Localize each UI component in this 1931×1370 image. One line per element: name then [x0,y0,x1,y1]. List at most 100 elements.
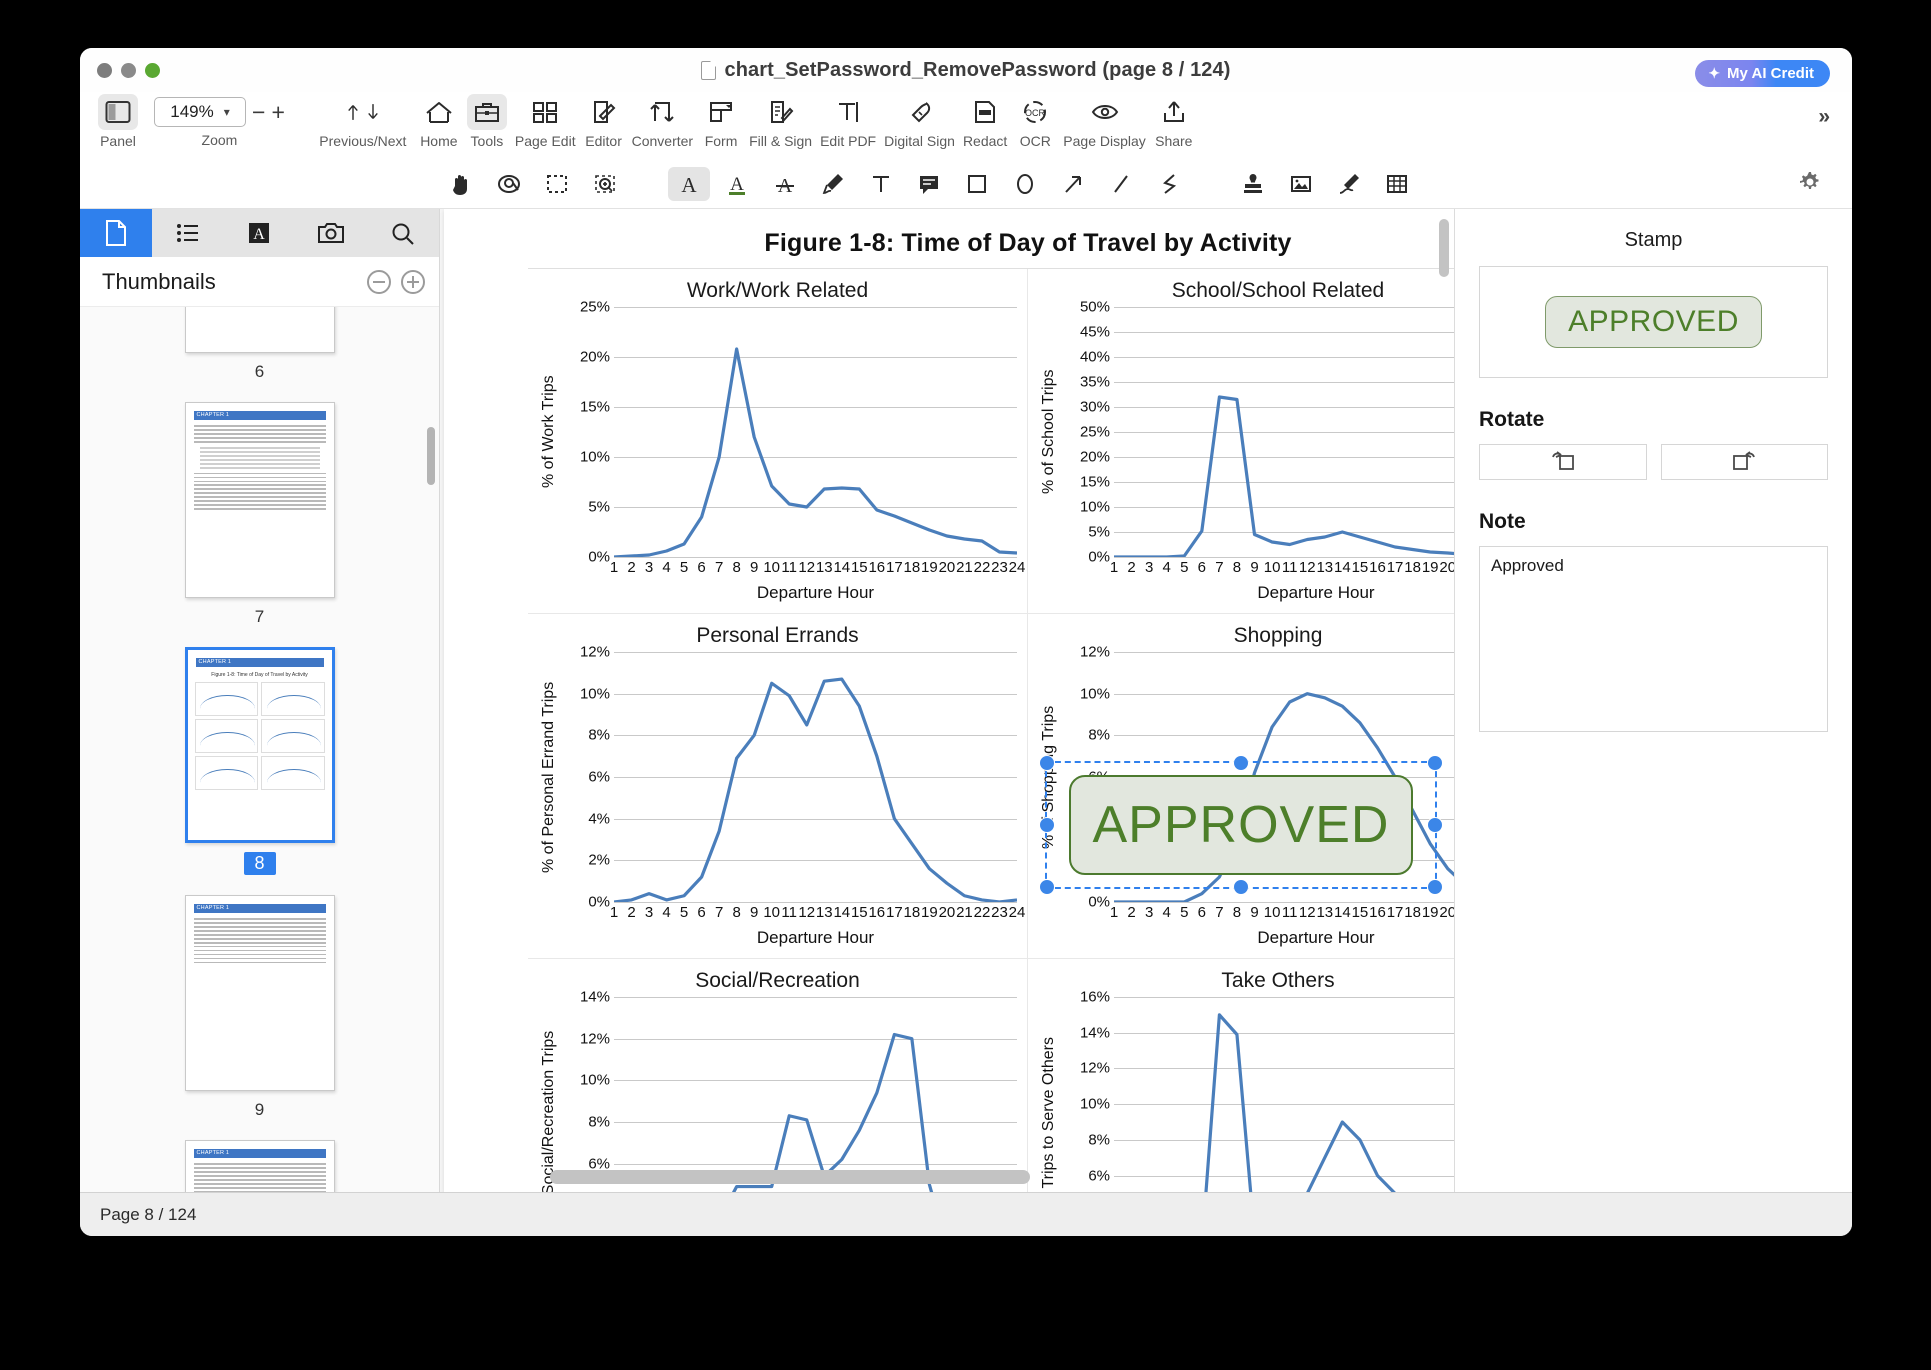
close-window-button[interactable] [97,62,112,78]
text-box-icon[interactable] [860,167,902,201]
list-item[interactable]: 6 [184,307,335,382]
polyline-icon[interactable] [1148,167,1190,201]
thumbnails-title: Thumbnails [102,268,216,294]
chart-series-line [1114,997,1454,1192]
toolbar-more-button[interactable]: » [1818,105,1830,129]
form-button[interactable]: Form [697,94,745,149]
x-tick-label: 6 [697,559,706,576]
converter-label: Converter [631,133,694,149]
edit-pdf-button[interactable]: Edit PDF [816,94,880,149]
document-viewer[interactable]: Figure 1-8: Time of Day of Travel by Act… [440,209,1454,1192]
x-tick-label: 24 [1008,559,1026,576]
grid-squares-icon [525,94,565,130]
rectangle-icon[interactable] [956,167,998,201]
minimize-window-button[interactable] [121,62,136,78]
resize-handle-bottom-left[interactable] [1039,879,1055,895]
viewer-horizontal-scrollbar[interactable] [550,1170,1030,1184]
strikethrough-text-icon[interactable]: A [764,167,806,201]
window-controls [80,62,160,78]
page-display-button[interactable]: Page Display [1059,94,1150,149]
chart-plot-area [614,997,1017,1192]
sticky-note-icon[interactable] [908,167,950,201]
ocr-button[interactable]: OCR OCR [1011,94,1059,149]
tools-button[interactable]: Tools [463,94,511,149]
panel-toggle-button[interactable]: Panel [94,94,142,149]
viewer-vertical-scrollbar[interactable] [1439,219,1449,277]
thumbnail-zoom-in-button[interactable] [401,269,425,294]
thumbnail-list[interactable]: 6 7 [80,307,439,1192]
editor-button[interactable]: Editor [580,94,628,149]
rotate-clockwise-button[interactable] [1660,444,1828,480]
zoom-select-icon[interactable] [584,167,626,201]
home-button[interactable]: Home [415,94,463,149]
sidebar-tab-search[interactable] [367,209,439,257]
x-tick-label: 21 [956,559,973,576]
y-tick-label: 8% [1088,726,1110,744]
rotate-counterclockwise-button[interactable] [1479,444,1647,480]
thumbnail-scrollbar[interactable] [427,427,435,485]
maximize-window-button[interactable] [145,62,160,78]
resize-handle-top-right[interactable] [1427,755,1443,771]
zoom-group: 149% ▾ − + Zoom [154,94,285,148]
sidebar-tab-snapshot[interactable] [295,209,367,257]
select-annotation-icon[interactable] [488,167,530,201]
zoom-in-button[interactable]: + [271,100,284,124]
signature-icon[interactable] [1328,167,1370,201]
y-tick-label: 5% [1088,523,1110,541]
underline-text-icon[interactable]: A [716,167,758,201]
resize-handle-top-middle[interactable] [1233,755,1249,771]
redact-icon [965,94,1005,130]
arrow-icon[interactable] [1052,167,1094,201]
resize-handle-bottom-right[interactable] [1427,879,1443,895]
x-tick-label: 9 [750,559,759,576]
my-ai-credit-button[interactable]: ✦ My AI Credit [1695,60,1830,87]
x-tick-label: 3 [644,904,654,921]
x-tick-label: 7 [1215,559,1224,576]
x-tick-label: 20 [938,559,956,576]
thumbnail-zoom-out-button[interactable] [367,269,391,294]
redact-button[interactable]: Redact [959,94,1011,149]
zoom-out-button[interactable]: − [252,100,265,124]
note-textarea[interactable]: Approved [1479,546,1828,732]
stamp-icon[interactable] [1232,167,1274,201]
table-icon[interactable] [1376,167,1418,201]
highlight-text-icon[interactable]: A [668,167,710,201]
resize-handle-bottom-middle[interactable] [1233,879,1249,895]
hand-tool-icon[interactable] [440,167,482,201]
list-item[interactable]: 7 [184,402,335,627]
sidebar-tab-annotations[interactable]: A [224,209,296,257]
line-icon[interactable] [1100,167,1142,201]
previous-next-button[interactable]: Previous/Next [311,94,415,149]
fill-and-sign-button[interactable]: Fill & Sign [745,94,816,149]
chart-xlabel: Departure Hour [1257,928,1375,947]
x-tick-label: 19 [921,559,938,576]
x-tick-label: 4 [1162,904,1171,921]
my-ai-credit-label: My AI Credit [1727,65,1814,82]
resize-handle-middle-left[interactable] [1039,817,1055,833]
stamp-annotation-selected[interactable]: APPROVED [1039,755,1443,895]
resize-handle-top-left[interactable] [1039,755,1055,771]
page-edit-button[interactable]: Page Edit [511,94,580,149]
stamp-preview[interactable]: APPROVED [1479,266,1828,378]
x-tick-label: 19 [1421,559,1439,576]
list-item[interactable]: 10 [184,1140,335,1192]
resize-handle-middle-right[interactable] [1427,817,1443,833]
area-select-icon[interactable] [536,167,578,201]
ellipse-icon[interactable] [1004,167,1046,201]
list-item[interactable]: 9 [184,895,335,1120]
sidebar-tab-outline[interactable] [152,209,224,257]
x-tick-label: 4 [662,904,671,921]
share-label: Share [1155,133,1193,149]
converter-button[interactable]: Converter [628,94,697,149]
gear-icon[interactable] [1798,170,1822,199]
image-icon[interactable] [1280,167,1322,201]
share-button[interactable]: Share [1150,94,1198,149]
pencil-icon[interactable] [812,167,854,201]
x-tick-label: 19 [921,904,938,921]
sidebar-tab-thumbnails[interactable] [80,209,152,257]
zoom-select[interactable]: 149% ▾ [154,97,246,127]
x-tick-label: 18 [1404,904,1421,921]
chart-yticks: 0% 5% 10% 15% 20% 25% 30% 35% 40% 45% 50% [1060,299,1114,566]
digital-sign-button[interactable]: Digital Sign [880,94,959,149]
list-item-selected[interactable]: Figure 1-8: Time of Day of Travel by Act… [184,647,335,875]
